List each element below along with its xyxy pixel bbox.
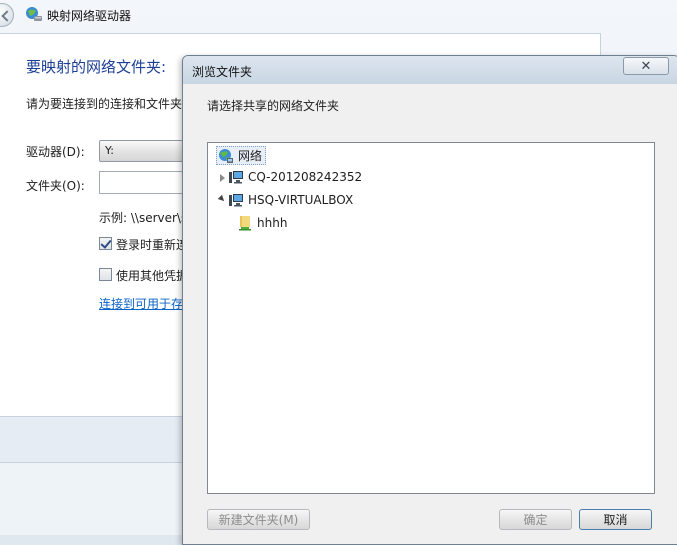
- tree-item-computer-hsq[interactable]: HSQ-VIRTUALBOX: [228, 192, 353, 208]
- tree-item-share-hhhh[interactable]: hhhh: [237, 215, 287, 231]
- tree-item-label: CQ-201208242352: [248, 170, 363, 184]
- connect-storage-link[interactable]: 连接到可用于存: [99, 295, 183, 312]
- expand-arrow-icon[interactable]: [220, 174, 225, 182]
- tree-item-computer-cq[interactable]: CQ-201208242352: [228, 169, 362, 185]
- other-credentials-checkbox[interactable]: [99, 268, 112, 281]
- page-heading: 要映射的网络文件夹:: [26, 58, 167, 76]
- page-description: 请为要连接到的连接和文件夹: [26, 97, 183, 111]
- dialog-body: 请选择共享的网络文件夹 网络 CQ-201208242352 HSQ-VIRTU…: [186, 85, 672, 537]
- tree-item-label: HSQ-VIRTUALBOX: [248, 193, 354, 207]
- network-globe-icon: [219, 148, 233, 163]
- tree-item-label: hhhh: [257, 216, 288, 230]
- back-button[interactable]: [0, 3, 14, 27]
- dialog-titlebar: 浏览文件夹 ✕: [183, 56, 677, 84]
- folder-label: 文件夹(O):: [26, 179, 85, 193]
- other-credentials-label: 使用其他凭据: [116, 269, 189, 283]
- wizard-title: 映射网络驱动器: [47, 9, 132, 23]
- dialog-prompt: 请选择共享的网络文件夹: [207, 99, 340, 113]
- cancel-button[interactable]: 取消: [579, 509, 652, 530]
- computer-icon: [229, 194, 243, 207]
- browse-folder-dialog: 浏览文件夹 ✕ 请选择共享的网络文件夹 网络 CQ-201208242352 H…: [182, 55, 677, 545]
- map-network-drive-icon: [26, 7, 42, 21]
- reconnect-label: 登录时重新连: [116, 238, 189, 252]
- shared-folder-icon: [239, 216, 251, 231]
- close-icon: ✕: [640, 58, 652, 74]
- example-text: 示例: \\server\s: [99, 211, 188, 225]
- reconnect-checkbox[interactable]: [99, 237, 112, 250]
- drive-label: 驱动器(D):: [26, 145, 85, 159]
- tree-item-label: 网络: [238, 149, 263, 163]
- new-folder-button[interactable]: 新建文件夹(M): [207, 509, 310, 530]
- computer-icon: [229, 171, 243, 184]
- wizard-titlebar: 映射网络驱动器: [0, 0, 620, 30]
- folder-tree[interactable]: 网络 CQ-201208242352 HSQ-VIRTUALBOX hhhh: [207, 142, 655, 494]
- close-button[interactable]: ✕: [623, 57, 669, 75]
- tree-item-network[interactable]: 网络: [216, 146, 267, 165]
- collapse-arrow-icon[interactable]: [217, 194, 227, 204]
- ok-button[interactable]: 确定: [499, 509, 572, 530]
- dialog-title: 浏览文件夹: [192, 65, 253, 79]
